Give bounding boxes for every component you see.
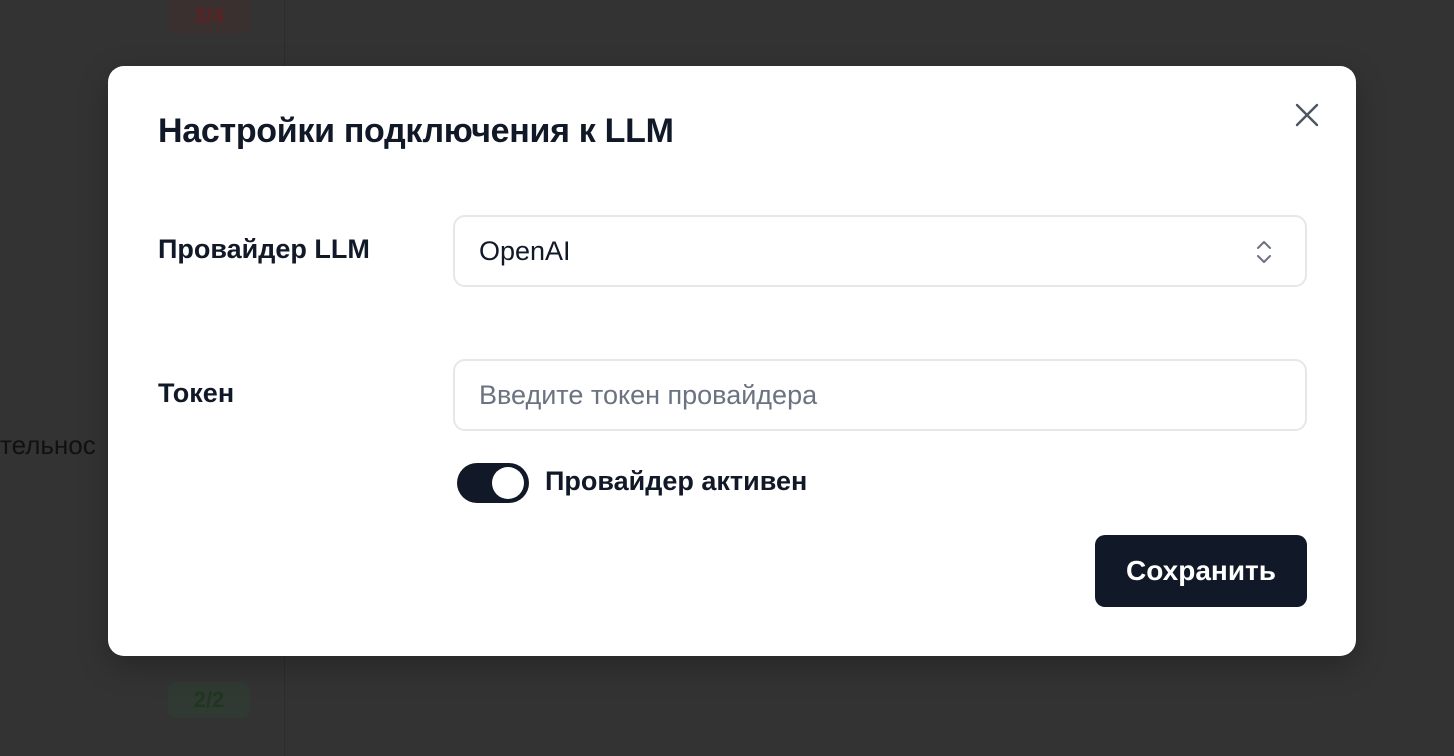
toggle-knob [492,467,524,499]
background-badge-bottom: 2/2 [168,682,250,718]
modal-title: Настройки подключения к LLM [158,112,674,150]
provider-select[interactable]: OpenAI [453,215,1307,287]
close-button[interactable] [1292,100,1322,130]
chevron-up-down-icon [1257,241,1271,263]
background-badge-top: 3/4 [168,0,250,34]
save-button[interactable]: Сохранить [1095,535,1307,607]
provider-active-toggle[interactable] [457,463,529,503]
provider-active-label: Провайдер активен [545,466,808,496]
provider-label: Провайдер LLM [158,234,370,264]
token-label: Токен [158,378,235,408]
close-icon [1295,103,1319,127]
provider-selected-value: OpenAI [479,235,571,266]
background-partial-text: тельнос [0,430,96,460]
token-input[interactable] [453,359,1307,431]
llm-settings-modal: Настройки подключения к LLM Провайдер LL… [108,66,1356,656]
